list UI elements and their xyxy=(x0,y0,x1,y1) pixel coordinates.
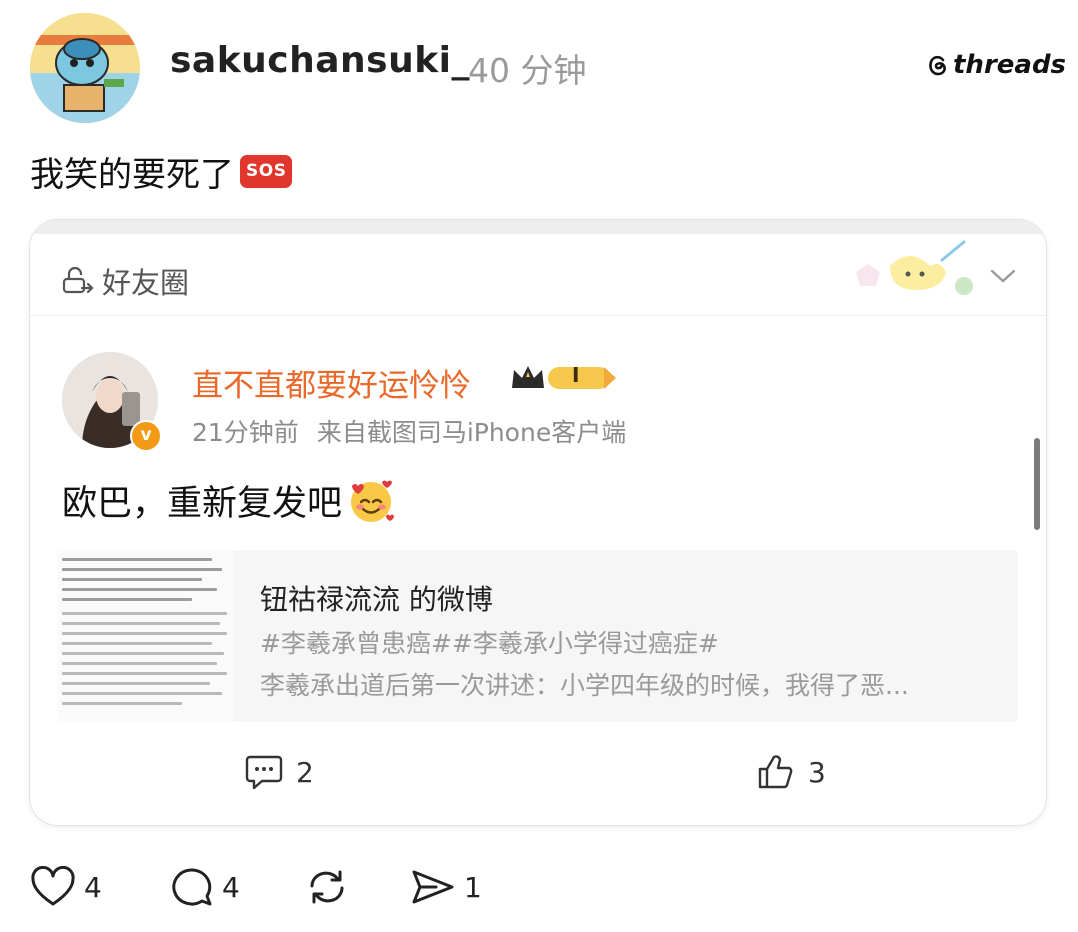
weibo-meta: 21分钟前 来自截图司马iPhone客户端 xyxy=(192,413,626,449)
lock-share-icon xyxy=(62,266,94,294)
username[interactable]: sakuchansuki_ xyxy=(170,40,470,81)
weibo-like-button[interactable]: 3 xyxy=(756,753,826,791)
like-button[interactable]: 4 xyxy=(30,866,102,908)
weibo-username[interactable]: 直不直都要好运怜怜 xyxy=(192,360,471,405)
sos-emoji: SOS xyxy=(240,155,293,188)
linked-post-title: 钮祜禄流流 的微博 xyxy=(260,583,493,616)
like-count: 4 xyxy=(84,870,102,904)
repost-icon xyxy=(310,870,344,904)
post-body: 我笑的要死了 SOS xyxy=(30,147,293,196)
linked-post-description: 李羲承出道后第一次讲述：小学四年级的时候，我得了恶... xyxy=(260,671,909,700)
weibo-post-text: 欧巴，重新复发吧 xyxy=(62,484,343,524)
chevron-down-icon[interactable] xyxy=(988,264,1018,292)
scrollbar[interactable] xyxy=(1034,438,1040,530)
post-time: 40 分钟 xyxy=(468,51,587,90)
weibo-like-count: 3 xyxy=(808,755,826,789)
comment-icon xyxy=(245,755,283,790)
send-icon xyxy=(412,870,454,904)
avatar-image xyxy=(30,13,140,123)
level-badge-text: I xyxy=(572,363,580,387)
share-count: 1 xyxy=(464,870,482,904)
thumbs-up-icon xyxy=(758,755,793,789)
reply-count: 4 xyxy=(222,870,240,904)
share-button[interactable]: 1 xyxy=(410,866,482,908)
card-divider xyxy=(30,315,1046,316)
brand-name: threads xyxy=(953,50,1067,80)
reply-bubble-icon xyxy=(172,868,212,906)
linked-post-tags[interactable]: #李羲承曾患癌##李羲承小学得过癌症# xyxy=(260,624,719,660)
embedded-weibo-card[interactable]: 好友圈 v 直不直都要好运怜怜 I 21分钟前 来自截图司马iPhone客户端 … xyxy=(30,220,1046,825)
friend-circle-text: 好友圈 xyxy=(102,266,190,300)
card-top-strip xyxy=(30,220,1046,234)
threads-logo-icon xyxy=(929,55,946,76)
vip-crown-badge: I xyxy=(508,360,620,394)
crown-icon xyxy=(512,366,616,389)
card-decoration xyxy=(850,236,1000,310)
threads-brand: threads xyxy=(927,50,1066,80)
friend-circle-label[interactable]: 好友圈 xyxy=(60,260,189,302)
heart-icon xyxy=(31,866,75,906)
article-thumbnail xyxy=(58,550,234,722)
sticker-decoration-icon xyxy=(856,240,973,295)
weibo-comment-button[interactable]: 2 xyxy=(244,753,314,791)
post-text: 我笑的要死了 xyxy=(30,155,234,195)
weibo-post-body: 欧巴，重新复发吧 xyxy=(62,475,396,526)
linked-weibo-card[interactable]: 钮祜禄流流 的微博 #李羲承曾患癌##李羲承小学得过癌症# 李羲承出道后第一次讲… xyxy=(58,550,1018,722)
verified-badge: v xyxy=(130,420,162,452)
weibo-time: 21分钟前 xyxy=(192,418,299,447)
weibo-source: 来自截图司马iPhone客户端 xyxy=(316,418,627,447)
avatar[interactable] xyxy=(30,13,140,123)
repost-button[interactable] xyxy=(304,866,350,908)
reply-button[interactable]: 4 xyxy=(168,866,240,908)
weibo-comment-count: 2 xyxy=(296,755,314,789)
smiling-hearts-emoji-icon xyxy=(351,480,395,522)
